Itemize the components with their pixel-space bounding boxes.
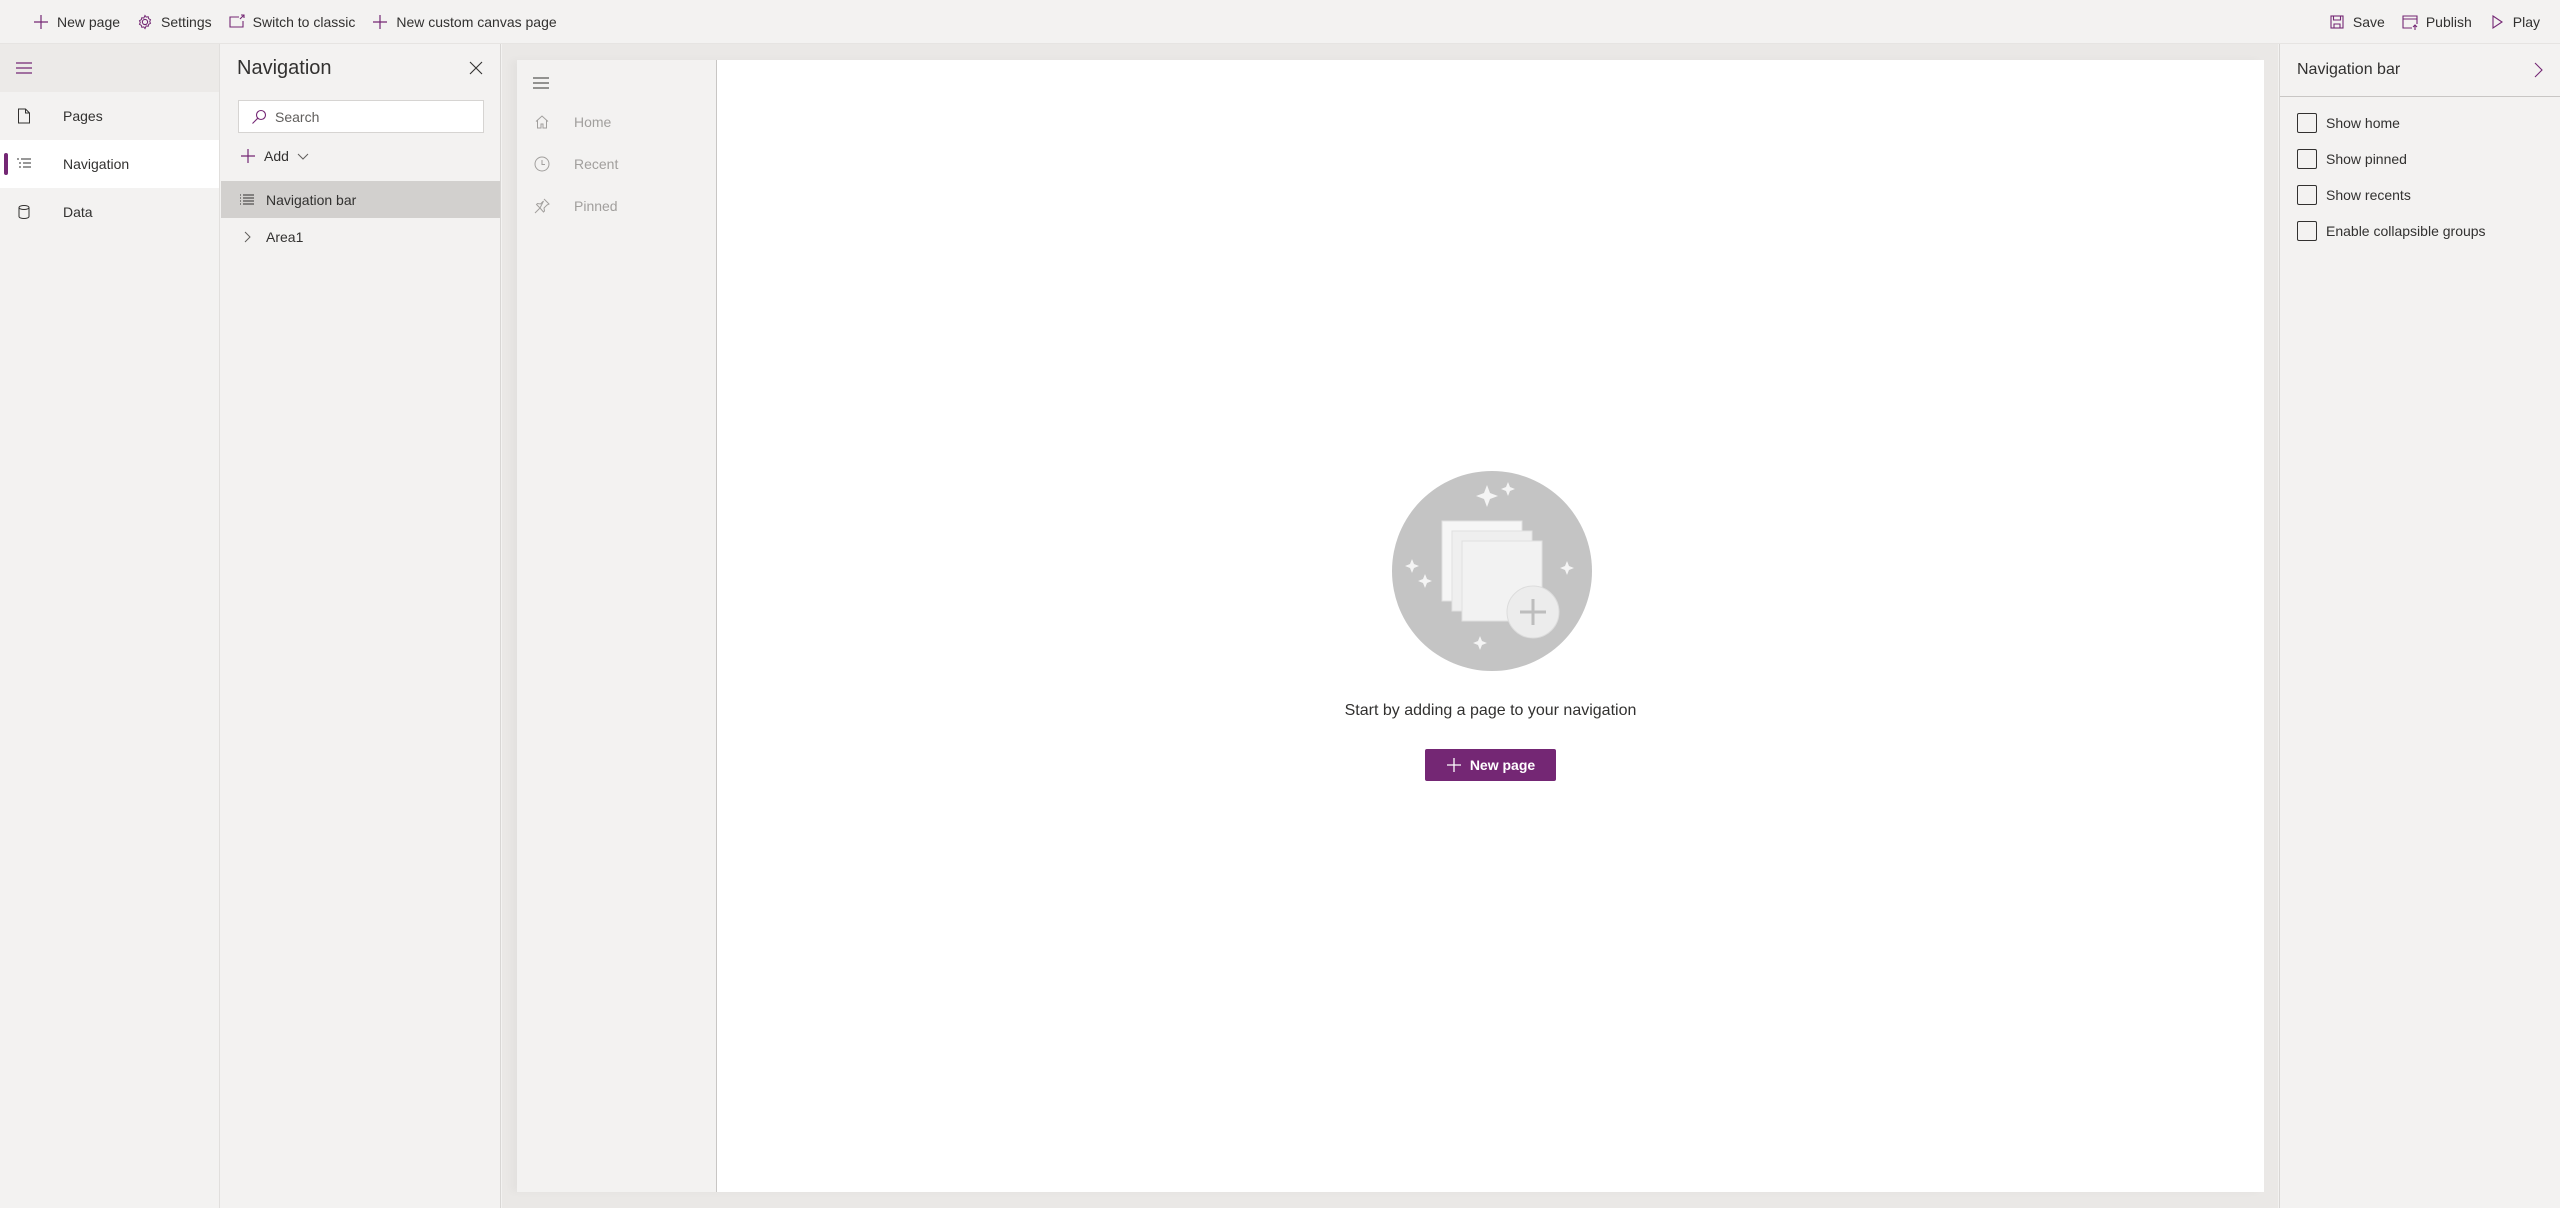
- app-preview-frame: Home Recent Pinned Start by adding a pag…: [517, 60, 2264, 1192]
- preview-navigation-bar: Home Recent Pinned: [517, 60, 717, 1192]
- properties-panel-header: Navigation bar: [2280, 44, 2560, 97]
- save-command[interactable]: Save: [2320, 0, 2393, 44]
- save-command-label: Save: [2352, 14, 2385, 30]
- publish-icon: [2402, 15, 2418, 30]
- new-custom-canvas-page-command-label: New custom canvas page: [396, 14, 557, 30]
- pin-icon: [534, 198, 550, 214]
- rail-item-pages[interactable]: Pages: [0, 92, 219, 140]
- empty-state-message: Start by adding a page to your navigatio…: [1344, 702, 1637, 719]
- checkbox-box[interactable]: [2297, 185, 2317, 205]
- chevron-right-icon[interactable]: [2532, 62, 2546, 78]
- empty-state: Start by adding a page to your navigatio…: [717, 60, 2264, 1192]
- new-page-button-label: New page: [1469, 757, 1536, 773]
- clock-icon: [534, 156, 550, 172]
- plus-icon: [241, 149, 255, 163]
- preview-nav-label: Pinned: [574, 198, 618, 214]
- command-bar-left: New page Settings Switch to classic New …: [24, 0, 565, 44]
- new-page-command-label: New page: [57, 14, 121, 30]
- plus-icon: [34, 15, 48, 29]
- save-icon: [2330, 15, 2344, 29]
- search-icon: [252, 109, 267, 124]
- checkbox-box[interactable]: [2297, 221, 2317, 241]
- list-icon: [240, 194, 254, 204]
- publish-command-label: Publish: [2425, 14, 2472, 30]
- checkbox-label: Show recents: [2326, 187, 2411, 203]
- navigation-list-icon: [17, 158, 31, 168]
- switch-to-classic-command[interactable]: Switch to classic: [220, 0, 364, 44]
- left-rail: Pages Navigation Data: [0, 44, 220, 1208]
- play-icon: [2492, 14, 2503, 30]
- new-page-command[interactable]: New page: [24, 0, 128, 44]
- navigation-panel-title: Navigation: [237, 57, 332, 79]
- switch-to-classic-command-label: Switch to classic: [252, 14, 356, 30]
- publish-command[interactable]: Publish: [2393, 0, 2480, 44]
- checkbox-label: Show home: [2326, 115, 2400, 131]
- play-command-label: Play: [2512, 14, 2540, 30]
- settings-command[interactable]: Settings: [128, 0, 220, 44]
- checkbox-box[interactable]: [2297, 113, 2317, 133]
- rail-item-label: Pages: [63, 108, 103, 124]
- checkbox-box[interactable]: [2297, 149, 2317, 169]
- checkbox-label: Enable collapsible groups: [2326, 223, 2486, 239]
- show-home-checkbox[interactable]: Show home: [2297, 112, 2400, 134]
- rail-item-label: Navigation: [63, 156, 130, 172]
- plus-icon: [1446, 758, 1461, 772]
- preview-nav-label: Recent: [574, 156, 619, 172]
- hamburger-icon: [16, 62, 32, 74]
- tree-item-label: Area1: [266, 228, 304, 245]
- page-icon: [18, 108, 30, 124]
- add-button[interactable]: Add: [240, 144, 309, 168]
- rail-collapse-button[interactable]: [0, 44, 219, 92]
- add-button-label: Add: [264, 148, 289, 164]
- close-icon[interactable]: [468, 60, 484, 76]
- show-recents-checkbox[interactable]: Show recents: [2297, 184, 2411, 206]
- plus-icon: [373, 15, 388, 29]
- new-custom-canvas-page-command[interactable]: New custom canvas page: [363, 0, 564, 44]
- preview-nav-item-recent: Recent: [517, 144, 716, 184]
- preview-nav-label: Home: [574, 114, 612, 130]
- checkbox-label: Show pinned: [2326, 151, 2407, 167]
- properties-panel: Navigation bar Show home Show pinned Sho…: [2279, 44, 2560, 1208]
- design-canvas: Home Recent Pinned Start by adding a pag…: [502, 44, 2278, 1208]
- command-bar: New page Settings Switch to classic New …: [0, 0, 2560, 44]
- tree-item-navigation-bar[interactable]: Navigation bar: [221, 181, 500, 218]
- tree-item-label: Navigation bar: [266, 191, 357, 208]
- rail-item-navigation[interactable]: Navigation: [0, 140, 219, 188]
- gear-icon: [138, 14, 152, 30]
- chevron-down-icon: [297, 153, 309, 160]
- search-box: [238, 100, 484, 133]
- new-page-button[interactable]: New page: [1425, 749, 1556, 781]
- play-command[interactable]: Play: [2480, 0, 2548, 44]
- hamburger-icon: [533, 77, 549, 89]
- rail-item-data[interactable]: Data: [0, 188, 219, 236]
- navigation-panel: Navigation Add Navigation bar Area1: [221, 44, 501, 1208]
- search-input[interactable]: [275, 108, 475, 125]
- show-pinned-checkbox[interactable]: Show pinned: [2297, 148, 2407, 170]
- chevron-right-icon[interactable]: [240, 230, 254, 244]
- preview-nav-item-home: Home: [517, 102, 716, 142]
- tree-item-area1[interactable]: Area1: [221, 218, 500, 255]
- properties-panel-title: Navigation bar: [2297, 61, 2401, 78]
- add-pages-illustration: [1392, 471, 1592, 671]
- preview-nav-item-pinned: Pinned: [517, 186, 716, 226]
- command-bar-right: Save Publish Play: [2320, 0, 2548, 44]
- settings-command-label: Settings: [161, 14, 212, 30]
- switch-icon: [229, 14, 245, 28]
- enable-collapsible-groups-checkbox[interactable]: Enable collapsible groups: [2297, 220, 2486, 242]
- database-icon: [18, 205, 30, 220]
- rail-item-label: Data: [63, 204, 93, 220]
- home-icon: [535, 115, 549, 129]
